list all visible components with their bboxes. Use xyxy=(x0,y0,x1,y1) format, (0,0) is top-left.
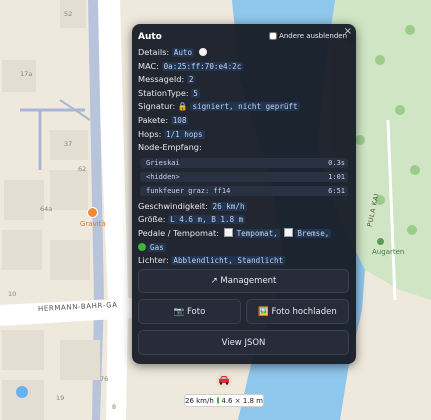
photo-button[interactable]: 📷 Foto xyxy=(138,299,241,324)
lights-label: Lichter: xyxy=(138,255,169,266)
vehicle-info-popup: Auto Andere ausblenden × Details: Auto M… xyxy=(132,24,356,364)
speed-row: Geschwindigkeit: 26 km/h xyxy=(138,200,349,214)
gas-active-icon xyxy=(138,242,146,251)
map-label-house-62: 62 xyxy=(78,165,87,173)
node-item: <hidden> 1:01 xyxy=(140,171,348,182)
speed-value: 26 km/h xyxy=(210,201,247,211)
pedals-row-2: Gas xyxy=(138,241,349,255)
hide-others-checkbox[interactable] xyxy=(269,32,278,40)
popup-header: Auto Andere ausblenden × xyxy=(138,27,352,46)
pedals-row: Pedale / Tempomat: Tempomat, Bremse, xyxy=(138,227,349,241)
node-reception-row: Node-Empfang: xyxy=(138,141,349,155)
packets-label: Pakete: xyxy=(138,114,169,125)
hops-row: Hops: 1/1 hops xyxy=(138,128,349,142)
details-label: Details: xyxy=(138,47,170,57)
map-label-house-52: 52 xyxy=(64,10,73,18)
details-value: Auto xyxy=(171,48,195,57)
vehicle-marker[interactable] xyxy=(216,372,232,388)
map-label-house-19: 19 xyxy=(56,394,65,402)
station-type-row: StationType: 5 xyxy=(138,87,349,101)
station-type-value: 5 xyxy=(191,88,200,98)
hops-value: 1/1 hops xyxy=(164,129,205,139)
node-reception-label: Node-Empfang: xyxy=(138,142,202,153)
popup-title: Auto xyxy=(138,32,162,42)
node-list: Grieskai 0.3s <hidden> 1:01 funkfeuer gr… xyxy=(138,157,349,196)
close-icon[interactable]: × xyxy=(344,27,352,37)
mac-row: MAC: 0a:25:ff:70:e4:2c xyxy=(138,60,349,74)
hops-label: Hops: xyxy=(138,128,162,139)
badge-size: 4.6 × 1.8 m xyxy=(221,396,263,405)
station-type-label: StationType: xyxy=(138,87,189,98)
hide-others-label: Andere ausblenden xyxy=(279,32,347,40)
size-row: Größe: L 4.6 m, B 1.8 m xyxy=(138,213,349,227)
signature-label: Signatur: xyxy=(138,101,176,112)
details-row: Details: Auto xyxy=(138,46,349,60)
view-json-button[interactable]: View JSON xyxy=(138,330,349,355)
mac-value: 0a:25:ff:70:e4:2c xyxy=(161,61,244,71)
map-label-house-10: 10 xyxy=(8,290,17,298)
poi-label-gravita: Gravità xyxy=(80,220,106,228)
node-time: 6:51 xyxy=(328,186,345,195)
signature-row: Signatur: 🔒 signiert, nicht geprüft xyxy=(138,100,349,114)
brake-value: Bremse, xyxy=(295,228,332,238)
node-item: funkfeuer graz: ff14 6:51 xyxy=(140,185,348,196)
node-item: Grieskai 0.3s xyxy=(140,157,348,168)
badge-status-icon xyxy=(216,397,220,404)
car-icon xyxy=(219,376,229,385)
pedals-label: Pedale / Tempomat: xyxy=(138,227,219,238)
message-id-label: MessageId: xyxy=(138,74,185,85)
gas-value: Gas xyxy=(148,242,166,252)
tempomat-checkbox-icon xyxy=(223,227,233,237)
speed-label: Geschwindigkeit: xyxy=(138,200,208,211)
packets-row: Pakete: 108 xyxy=(138,114,349,128)
message-id-row: MessageId: 2 xyxy=(138,73,349,87)
node-time: 0.3s xyxy=(328,158,345,167)
poi-label-augarten: Augarten xyxy=(372,248,405,256)
mac-label: MAC: xyxy=(138,60,159,71)
map-label-house-17a: 17a xyxy=(20,70,33,78)
node-name: funkfeuer graz: ff14 xyxy=(146,186,231,195)
map-label-house-8: 8 xyxy=(112,403,117,411)
lights-value: Abblendlicht, Standlicht xyxy=(171,256,286,266)
status-dot-icon xyxy=(198,48,207,56)
lights-row: Lichter: Abblendlicht, Standlicht xyxy=(138,254,349,268)
map-label-house-76: 76 xyxy=(100,375,109,383)
hide-others-toggle[interactable]: Andere ausblenden xyxy=(269,32,347,40)
poi-gravita-icon[interactable] xyxy=(87,207,98,218)
vehicle-speed-badge: 26 km/h 4.6 × 1.8 m xyxy=(184,394,264,407)
photo-upload-button[interactable]: 🖼️ Foto hochladen xyxy=(246,299,349,324)
size-label: Größe: xyxy=(138,214,166,225)
signature-value: signiert, nicht geprüft xyxy=(190,102,300,112)
map-label-house-64a: 64a xyxy=(40,205,53,213)
management-button[interactable]: ↗ Management xyxy=(138,269,349,293)
lock-icon: 🔒 xyxy=(177,102,188,112)
message-id-value: 2 xyxy=(186,75,196,85)
tempomat-value: Tempomat, xyxy=(234,228,280,238)
node-time: 1:01 xyxy=(328,172,345,181)
map-label-house-37: 37 xyxy=(64,140,73,148)
node-name: <hidden> xyxy=(146,172,180,181)
poi-augarten-icon[interactable] xyxy=(377,238,384,245)
brake-checkbox-icon xyxy=(284,227,294,237)
node-name: Grieskai xyxy=(146,158,180,167)
badge-speed: 26 km/h xyxy=(185,396,214,405)
packets-value: 108 xyxy=(170,115,189,125)
size-value: L 4.6 m, B 1.8 m xyxy=(168,215,246,225)
